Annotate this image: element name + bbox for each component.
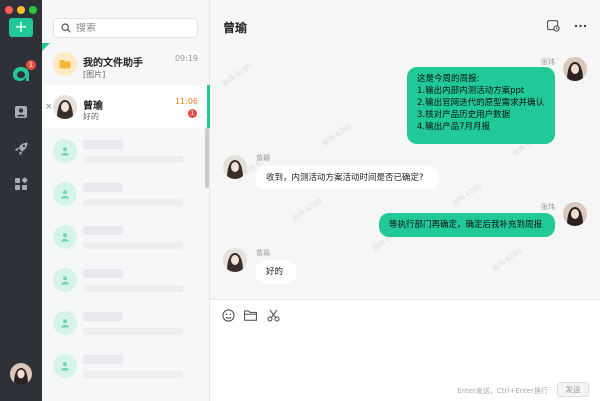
sender-avatar[interactable] [563,202,587,226]
user-icon [61,276,69,285]
watermark: 张玮 6280 [220,61,254,89]
user-icon [61,233,69,242]
chat-history-icon [546,20,560,32]
message-line: 等执行部门再确定，确定后我补充到周报 [389,220,543,230]
sender-avatar[interactable] [223,155,247,179]
message-bubble-incoming[interactable]: 收到，内测活动方案活动时间是否已确定? [256,166,439,190]
rail-item-workbench[interactable] [11,138,31,158]
watermark: 张玮 6280 [450,181,484,209]
sender-name: 张玮 [541,58,555,66]
conversation-preview: [图片] [83,70,106,79]
apps-grid-icon [15,177,28,190]
scissors-icon [267,309,279,321]
sender-name: 曾瑜 [256,154,270,162]
list-item-placeholder [42,339,210,397]
message-line: 4.输出产品7月月报 [417,122,491,132]
close-conversation-icon[interactable]: × [45,102,53,112]
watermark: 张玮 6280 [320,121,354,149]
minimize-window-button[interactable] [17,6,25,14]
screenshot-button[interactable] [266,308,280,322]
message-line: 3.核对产品历史用户数据 [417,110,511,120]
folder-icon [243,310,257,321]
emoji-icon [221,308,235,322]
chat-history-button[interactable] [545,19,561,33]
placeholder-avatar [53,311,77,335]
message-line: 好的 [266,267,284,277]
pinned-marker [42,43,50,51]
conversation-name: 我的文件助手 [83,58,143,69]
user-icon [61,362,69,371]
message-line: 1.输出内部内测活动方案ppt [417,86,525,96]
add-button[interactable]: + [9,18,33,37]
message-bubble-outgoing[interactable]: 等执行部门再确定，确定后我补充到周报 [379,213,555,237]
placeholder-avatar [53,268,77,292]
rail-item-chat[interactable]: 1 [11,60,36,84]
contacts-icon [15,106,27,118]
watermark: 张玮 6280 [290,196,324,224]
placeholder-avatar [53,182,77,206]
chat-title: 曾瑜 [223,21,248,35]
sender-name: 张玮 [541,203,555,211]
message-area[interactable]: 张玮 6280 张玮 6280 张玮 6280 张玮 6280 张玮 6280 … [210,40,600,298]
rail-item-contacts[interactable] [11,102,31,122]
conversation-list: 我的文件助手 09:19 [图片] × 曾瑜 11:06 好的 1 [42,0,210,401]
user-icon [61,147,69,156]
chat-panel: 曾瑜 张玮 6280 张玮 6280 张玮 6280 张玮 6280 张玮 62… [210,0,600,401]
conversation-time: 09:19 [174,54,198,63]
conversation-item-zengyu[interactable]: × 曾瑜 11:06 好的 1 [42,85,210,128]
rail-item-apps[interactable] [11,174,31,194]
conversation-preview: 好的 [83,112,99,121]
placeholder-avatar [53,354,77,378]
folder-icon [59,60,71,69]
unread-count-badge: 1 [188,109,197,118]
user-icon [61,190,69,199]
maximize-window-button[interactable] [29,6,37,14]
conversation-time: 11:06 [174,97,198,106]
placeholder-avatar [53,225,77,249]
message-line: 收到，内测活动方案活动时间是否已确定? [266,173,424,183]
emoji-button[interactable] [221,308,235,322]
send-shortcut-hint: Enter发送，Ctrl+Enter换行 [457,387,548,395]
file-button[interactable] [243,308,257,322]
app-rail: + 1 [0,0,42,401]
search-box[interactable] [53,18,198,38]
conversation-item-file-helper[interactable]: 我的文件助手 09:19 [图片] [42,43,210,85]
watermark: 张玮 6280 [490,246,524,274]
chat-header: 曾瑜 [210,0,600,40]
close-window-button[interactable] [5,6,13,14]
message-input[interactable] [220,328,590,376]
search-icon [61,23,71,33]
more-icon [574,24,586,28]
user-icon [61,319,69,328]
message-composer: Enter发送，Ctrl+Enter换行 发送 [210,299,600,401]
unread-badge: 1 [26,60,36,70]
message-line: 这是今周的周报: [417,74,480,84]
message-line: 2.输出官网迭代的原型需求并确认 [417,98,545,108]
my-avatar[interactable] [10,363,32,385]
message-bubble-incoming[interactable]: 好的 [256,260,296,284]
send-button[interactable]: 发送 [557,382,589,397]
sender-avatar[interactable] [223,248,247,272]
contact-avatar [53,95,77,119]
sender-avatar[interactable] [563,57,587,81]
conversation-name: 曾瑜 [83,101,103,112]
search-input[interactable] [76,22,186,34]
sender-name: 曾瑜 [256,249,270,257]
message-bubble-outgoing[interactable]: 这是今周的周报: 1.输出内部内测活动方案ppt 2.输出官网迭代的原型需求并确… [407,67,555,144]
rocket-icon [14,142,27,155]
placeholder-avatar [53,139,77,163]
file-helper-avatar [53,52,77,76]
more-options-button[interactable] [572,19,588,33]
window-controls [5,6,37,14]
